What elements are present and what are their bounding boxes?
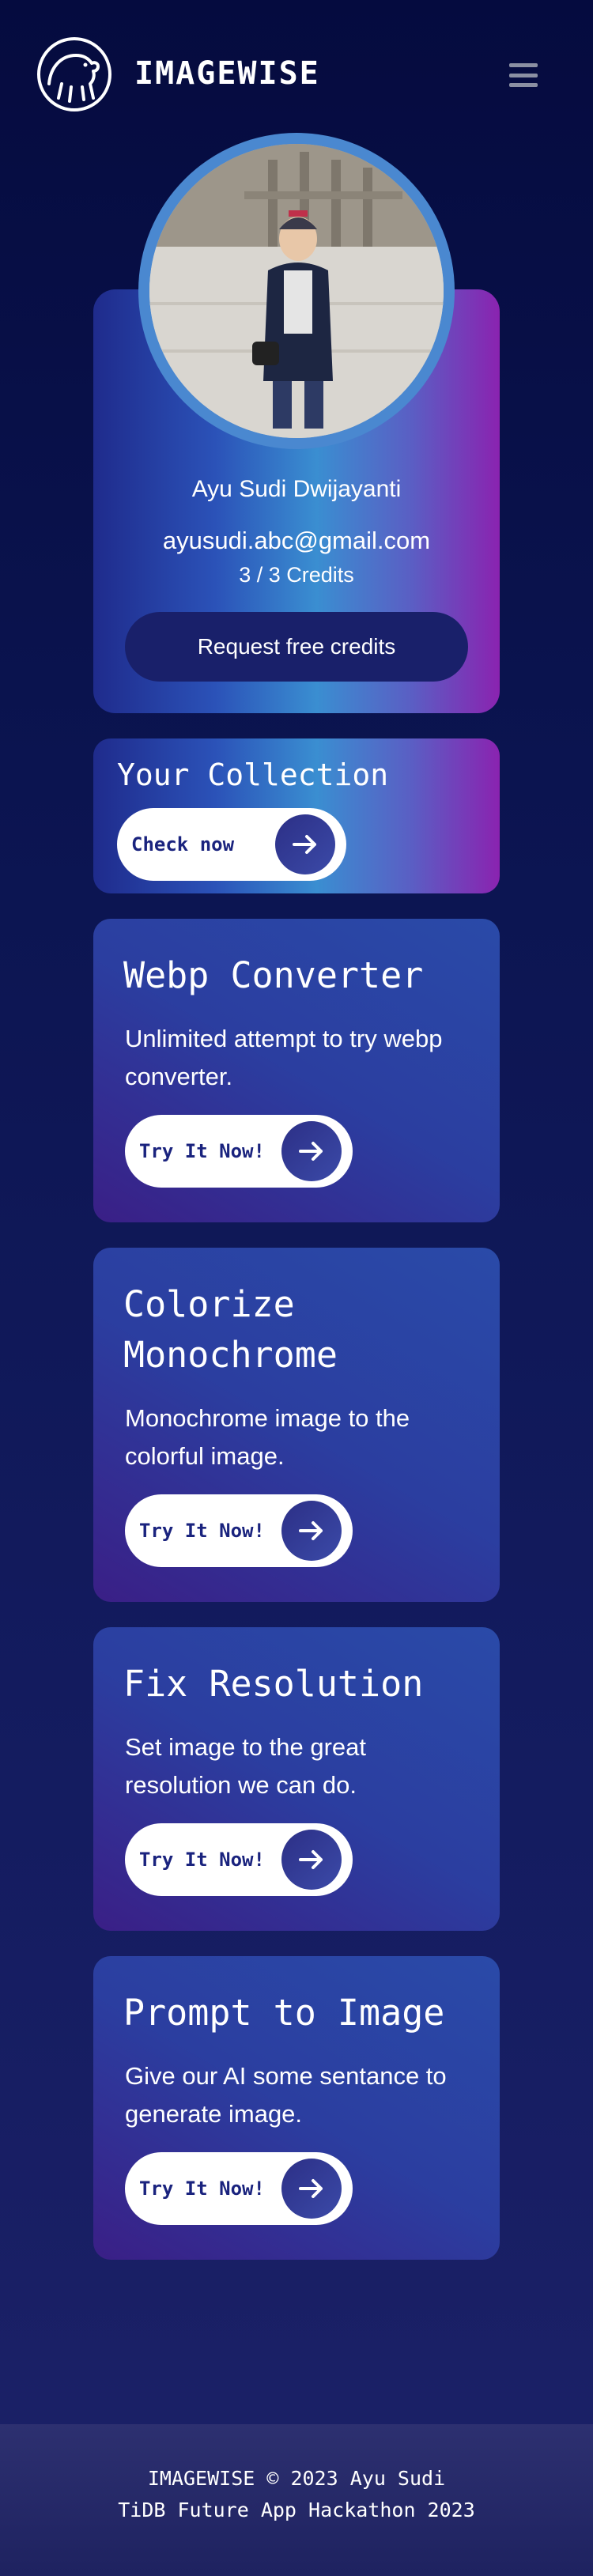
arrow-right-icon [281, 2159, 342, 2219]
profile-name: Ayu Sudi Dwijayanti [191, 476, 402, 502]
feature-title: Colorize Monochrome [123, 1283, 338, 1376]
check-now-label: Check now [131, 833, 235, 856]
collection-title: Your Collection [117, 757, 389, 792]
feature-description: Unlimited attempt to try webp converter. [125, 1025, 443, 1090]
arrow-right-icon [275, 814, 335, 874]
feature-description: Set image to the great resolution we can… [125, 1733, 367, 1799]
profile-credits: 3 / 3 Credits [239, 563, 354, 587]
arrow-right-icon [281, 1830, 342, 1890]
footer: IMAGEWISE © 2023 Ayu Sudi TiDB Future Ap… [0, 2424, 593, 2576]
request-free-credits-button[interactable]: Request free credits [125, 612, 468, 682]
avatar-ring [138, 133, 455, 449]
footer-hackathon: TiDB Future App Hackathon 2023 [118, 2499, 475, 2521]
feature-title: Webp Converter [123, 954, 424, 996]
bear-logo-icon[interactable] [35, 35, 114, 114]
header: IMAGEWISE [0, 0, 593, 150]
avatar [149, 144, 444, 438]
profile-email: ayusudi.abc@gmail.com [162, 527, 431, 554]
feature-title: Fix Resolution [123, 1663, 424, 1705]
check-now-button[interactable]: Check now [117, 808, 346, 881]
footer-copyright: IMAGEWISE © 2023 Ayu Sudi [147, 2467, 446, 2490]
feature-description: Monochrome image to the colorful image. [125, 1404, 410, 1470]
feature-description: Give our AI some sentance to generate im… [125, 2062, 447, 2128]
try-it-now-button[interactable]: Try It Now! [125, 1494, 353, 1567]
try-it-now-label: Try It Now! [139, 2178, 265, 2200]
hamburger-menu-icon[interactable] [509, 63, 538, 87]
try-it-now-button[interactable]: Try It Now! [125, 2152, 353, 2225]
arrow-right-icon [281, 1121, 342, 1181]
try-it-now-label: Try It Now! [139, 1140, 265, 1162]
try-it-now-label: Try It Now! [139, 1849, 265, 1871]
try-it-now-button[interactable]: Try It Now! [125, 1823, 353, 1896]
arrow-right-icon [281, 1501, 342, 1561]
feature-title: Prompt to Image [123, 1992, 445, 2034]
try-it-now-label: Try It Now! [139, 1520, 265, 1542]
brand-name[interactable]: IMAGEWISE [134, 55, 320, 92]
try-it-now-button[interactable]: Try It Now! [125, 1115, 353, 1188]
